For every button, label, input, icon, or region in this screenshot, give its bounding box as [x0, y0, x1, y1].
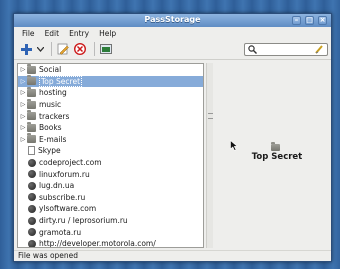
tree-folder-row[interactable]: ▷ trackers [18, 110, 203, 122]
close-window-button[interactable]: × [318, 16, 327, 25]
tree-item-label: linuxforum.ru [39, 169, 90, 179]
expander-arrow-icon[interactable]: ▷ [19, 101, 27, 108]
tree-folder-row[interactable]: ▷ Top Secret [18, 75, 203, 88]
tree-folder-row[interactable]: ▷ Books [18, 121, 203, 134]
tree-item-label: Books [39, 123, 62, 133]
tree-entry-row[interactable]: gramota.ru [18, 226, 203, 238]
tree-entry-row[interactable]: http://developer.motorola.com/ [18, 238, 203, 248]
expander-arrow-icon[interactable]: ▷ [19, 124, 27, 131]
minimize-button[interactable]: – [292, 16, 301, 25]
detail-folder-icon [271, 142, 280, 151]
folder-icon [27, 98, 36, 109]
content-area: ▷ Social ▷ Top Secret ▷ hosting ▷ music ▷ tracker… [14, 61, 331, 248]
globe-icon [28, 228, 36, 237]
globe-icon [28, 158, 36, 167]
tree-entry-row[interactable]: lug.dn.ua [18, 180, 203, 192]
toolbar-separator [51, 42, 52, 56]
clear-icon[interactable] [315, 45, 324, 54]
folder-icon [27, 110, 36, 121]
folder-icon [27, 133, 36, 144]
toolbar [14, 39, 331, 60]
tree-item-label: codeproject.com [39, 158, 102, 168]
mouse-cursor-icon [230, 140, 238, 151]
title-bar[interactable]: PassStorage – □ × [14, 14, 331, 27]
tree-item-label: dirty.ru / leprosorium.ru [39, 216, 128, 226]
search-icon [248, 45, 257, 54]
globe-icon [28, 170, 36, 179]
expander-arrow-icon[interactable]: ▷ [19, 66, 27, 73]
splitter-handle[interactable] [208, 113, 213, 119]
generate-button[interactable] [99, 42, 113, 56]
tree-entry-row[interactable]: linuxforum.ru [18, 168, 203, 180]
tree-item-label: trackers [39, 111, 70, 121]
folder-icon [27, 121, 36, 132]
window-title: PassStorage [144, 15, 201, 24]
globe-icon [28, 204, 36, 213]
tree-entry-row[interactable]: subscribe.ru [18, 192, 203, 204]
chevron-down-icon [36, 46, 44, 52]
toolbar-separator [94, 42, 95, 56]
add-button[interactable] [19, 42, 33, 56]
plus-icon [20, 43, 32, 55]
tree-item-label: subscribe.ru [39, 192, 86, 202]
folder-icon [27, 75, 36, 86]
tree-item-label: Social [39, 65, 62, 75]
tree-folder-row[interactable]: ▷ hosting [18, 86, 203, 99]
expander-arrow-icon[interactable]: ▷ [19, 78, 27, 85]
menu-file[interactable]: File [17, 29, 40, 38]
tree-entry-row[interactable]: dirty.ru / leprosorium.ru [18, 215, 203, 227]
tree-folder-row[interactable]: ▷ music [18, 98, 203, 111]
folder-icon [27, 64, 36, 74]
tree-item-label: hosting [39, 88, 67, 98]
tree-item-label: Skype [38, 146, 61, 156]
status-text: File was opened [18, 251, 79, 260]
tree-item-label: music [39, 100, 62, 110]
search-input[interactable] [244, 43, 328, 56]
maximize-button[interactable]: □ [305, 16, 314, 25]
menu-entry[interactable]: Entry [64, 29, 94, 38]
document-icon [28, 146, 35, 156]
window-icon [100, 44, 112, 54]
tree-item-label: gramota.ru [39, 227, 82, 237]
expander-arrow-icon[interactable]: ▷ [19, 136, 27, 143]
status-bar: File was opened [14, 250, 331, 262]
pane-splitter[interactable] [206, 63, 213, 248]
delete-icon [74, 43, 86, 55]
tree-item-label: Top Secret [39, 75, 83, 87]
tree-item-label: ylsoftware.com [39, 204, 97, 214]
tree-item-label: lug.dn.ua [39, 181, 75, 191]
detail-title: Top Secret [251, 152, 303, 162]
globe-icon [28, 193, 36, 202]
entry-tree[interactable]: ▷ Social ▷ Top Secret ▷ hosting ▷ music ▷ tracker… [17, 63, 204, 248]
menu-bar: File Edit Entry Help [14, 27, 331, 39]
main-window: PassStorage – □ × File Edit Entry Help ▷… [13, 13, 332, 262]
delete-button[interactable] [73, 42, 87, 56]
tree-entry-row[interactable]: codeproject.com [18, 157, 203, 169]
tree-item-label: http://developer.motorola.com/ [39, 239, 156, 248]
edit-button[interactable] [56, 42, 70, 56]
folder-icon [27, 86, 36, 97]
pencil-icon [57, 43, 69, 55]
expander-arrow-icon[interactable]: ▷ [19, 89, 27, 96]
tree-entry-row[interactable]: ylsoftware.com [18, 203, 203, 215]
tree-folder-row[interactable]: ▷ Social [18, 64, 203, 76]
detail-pane: Top Secret [215, 63, 331, 248]
tree-folder-row[interactable]: ▷ E-mails [18, 133, 203, 146]
tree-entry-row[interactable]: Skype [18, 145, 203, 157]
menu-help[interactable]: Help [94, 29, 121, 38]
globe-icon [28, 181, 36, 190]
add-dropdown-button[interactable] [36, 42, 44, 56]
expander-arrow-icon[interactable]: ▷ [19, 113, 27, 120]
globe-icon [28, 239, 36, 247]
menu-edit[interactable]: Edit [40, 29, 65, 38]
tree-item-label: E-mails [39, 134, 67, 144]
globe-icon [28, 216, 36, 225]
